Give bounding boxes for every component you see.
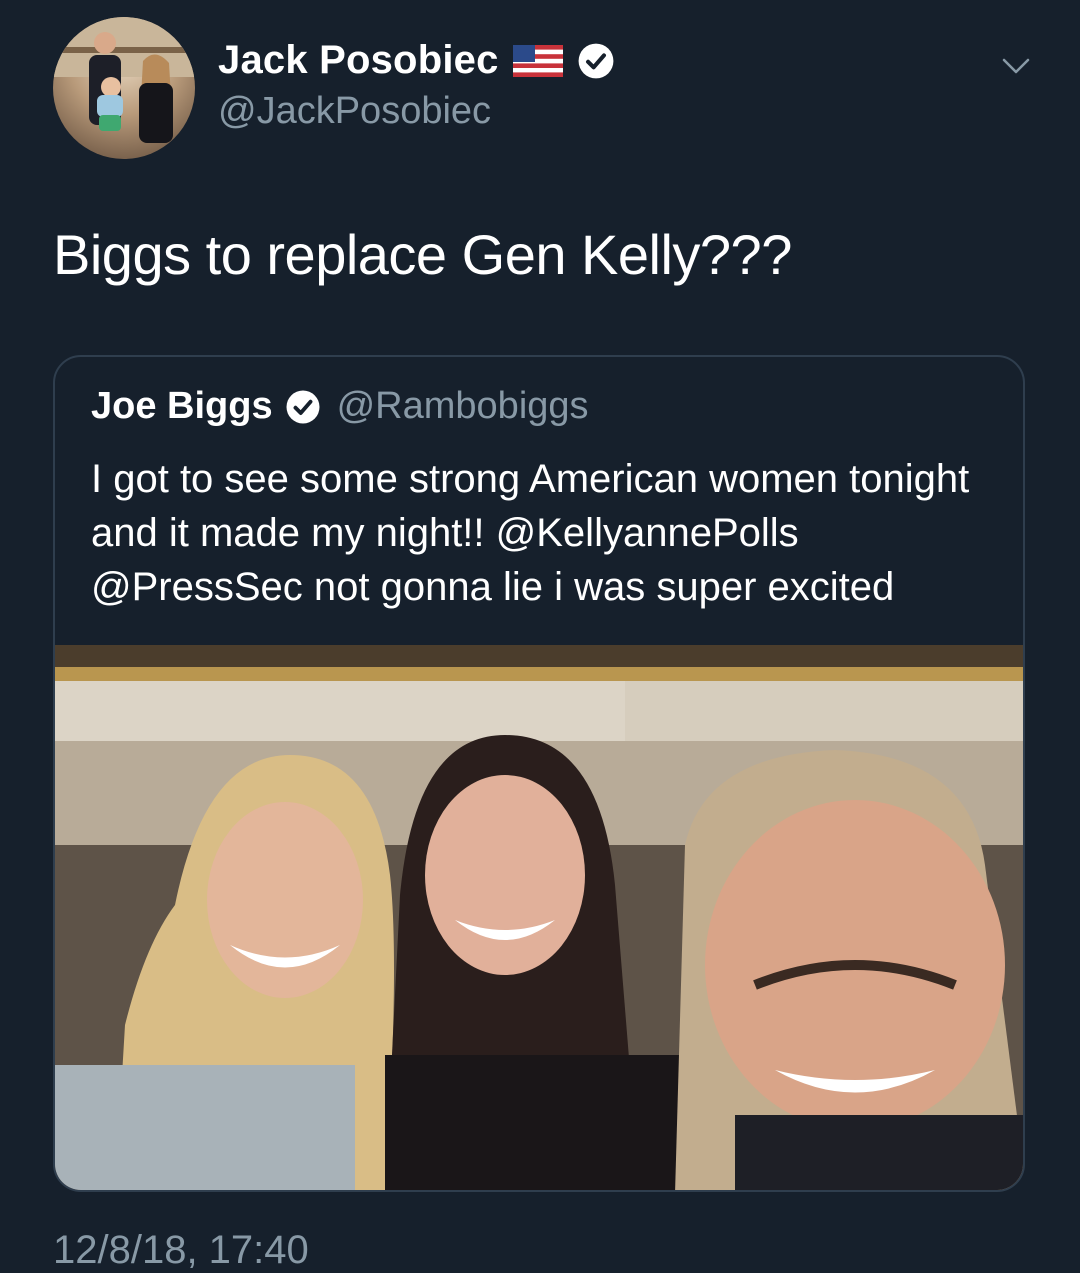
us-flag-icon (512, 44, 563, 77)
quoted-author-name[interactable]: Joe Biggs (91, 385, 273, 428)
quoted-author-handle[interactable]: @Rambobiggs (337, 385, 589, 428)
selfie-photo (55, 645, 1023, 1190)
tweet-text: Biggs to replace Gen Kelly??? (53, 223, 792, 286)
author-display-name[interactable]: Jack Posobiec (218, 38, 499, 83)
tweet-timestamp[interactable]: 12/8/18, 17:40 (53, 1228, 309, 1273)
author-name-row[interactable]: Jack Posobiec (218, 38, 615, 83)
quoted-tweet-card[interactable]: Joe Biggs @Rambobiggs I got to see some … (53, 355, 1025, 1192)
author-handle[interactable]: @JackPosobiec (218, 90, 491, 133)
avatar-photo (53, 17, 195, 143)
verified-badge-icon (578, 43, 613, 78)
chevron-down-icon[interactable] (1000, 52, 1032, 80)
quoted-tweet-header: Joe Biggs @Rambobiggs (91, 385, 589, 428)
quoted-tweet-text: I got to see some strong American women … (91, 457, 970, 609)
verified-badge-icon (286, 390, 320, 423)
quoted-tweet-photo[interactable] (55, 645, 1023, 1190)
author-avatar[interactable] (53, 17, 195, 159)
